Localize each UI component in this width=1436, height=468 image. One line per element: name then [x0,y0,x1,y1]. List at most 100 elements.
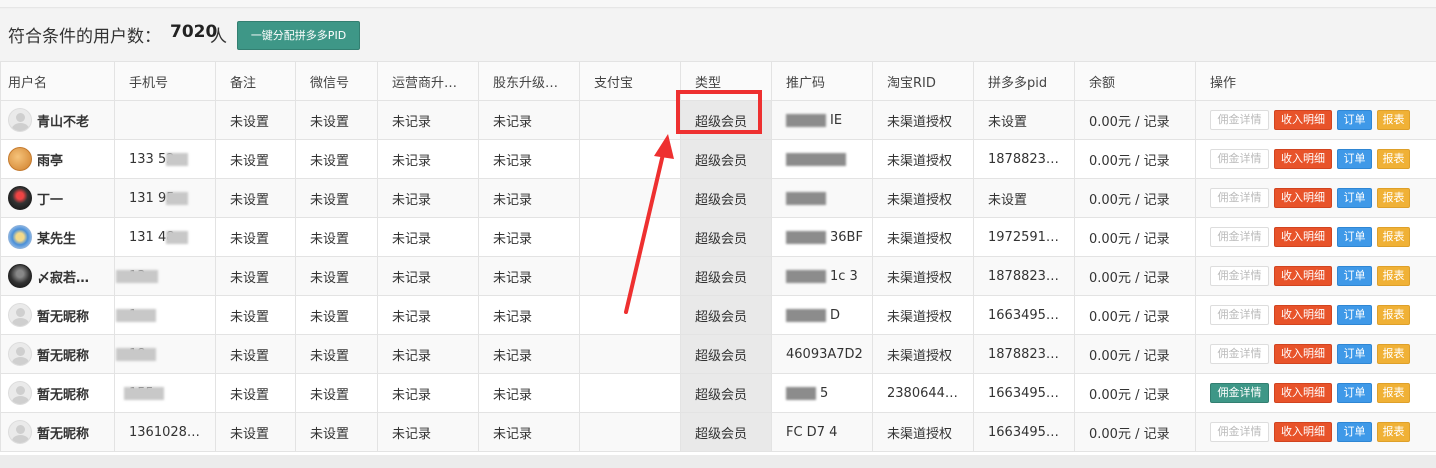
income-detail-button[interactable]: 收入明细 [1274,422,1332,442]
cell-phone: 131 48… [114,217,216,257]
report-button[interactable]: 报表 [1377,305,1410,325]
income-detail-button[interactable]: 收入明细 [1274,227,1332,247]
order-button[interactable]: 订单 [1337,188,1372,208]
cell-username: 丁一 [0,178,115,218]
commission-detail-button[interactable]: 佣金详情 [1210,188,1269,208]
order-button[interactable]: 订单 [1337,149,1372,169]
row-actions: 佣金详情 收入明细 订单 报表 [1210,266,1436,286]
income-detail-button[interactable]: 收入明细 [1274,110,1332,130]
cell-wechat: 未设置 [295,178,378,218]
table-row: 暂无昵称 1361028… 未设置 未设置 未记录 未记录 超级会员 FC D7 4 未渠道授… [0,412,1436,452]
cell-taobao-rid: 未渠道授权 [872,334,974,374]
masked-phone [115,347,156,361]
order-button[interactable]: 订单 [1337,422,1372,442]
row-actions: 佣金详情 收入明细 订单 报表 [1210,422,1436,442]
commission-detail-button[interactable]: 佣金详情 [1210,344,1269,364]
commission-detail-button[interactable]: 佣金详情 [1210,383,1269,403]
column-header-phone: 手机号 [114,61,216,101]
commission-detail-button[interactable]: 佣金详情 [1210,227,1269,247]
cell-note: 未设置 [215,334,296,374]
income-detail-button[interactable]: 收入明细 [1274,188,1332,208]
user-info[interactable]: 暂无昵称 [8,342,114,366]
commission-detail-button[interactable]: 佣金详情 [1210,110,1269,130]
cell-username: 暂无昵称 [0,373,115,413]
user-info[interactable]: 青山不老 [8,108,114,132]
note-text: 未设置 [230,192,270,208]
user-info[interactable]: 某先生 [8,225,114,249]
table-row: 雨亭 133 52… 未设置 未设置 未记录 未记录 超级会员 未渠道授权 1878823… 0… [0,139,1436,179]
cell-pdd-pid: 1878823… [973,256,1075,296]
balance-link[interactable]: 0.00元 / 记录 [1089,388,1170,403]
balance-link[interactable]: 0.00元 / 记录 [1089,271,1170,286]
masked-promo-code [786,269,826,283]
report-button[interactable]: 报表 [1377,227,1410,247]
pdd-pid-text: 未设置 [988,192,1028,208]
commission-detail-button[interactable]: 佣金详情 [1210,266,1269,286]
cell-phone: 131 95… [114,178,216,218]
order-button[interactable]: 订单 [1337,266,1372,286]
report-button[interactable]: 报表 [1377,149,1410,169]
cell-taobao-rid: 未渠道授权 [872,217,974,257]
cell-operator-upgrade: 未记录 [377,139,479,179]
balance-link[interactable]: 0.00元 / 记录 [1089,232,1170,247]
report-button[interactable]: 报表 [1377,383,1410,403]
user-info[interactable]: 雨亭 [8,147,114,171]
table-row: 丁一 131 95… 未设置 未设置 未记录 未记录 超级会员 未渠道授权 未设置 0.00元 … [0,178,1436,218]
income-detail-button[interactable]: 收入明细 [1274,266,1332,286]
operator-upgrade-text: 未记录 [392,153,432,169]
report-button[interactable]: 报表 [1377,422,1410,442]
order-button[interactable]: 订单 [1337,227,1372,247]
user-info[interactable]: 暂无昵称 [8,420,114,444]
cell-wechat: 未设置 [295,100,378,140]
user-info[interactable]: 暂无昵称 [8,381,114,405]
operator-upgrade-text: 未记录 [392,192,432,208]
cell-shareholder-upgrade: 未记录 [478,256,580,296]
column-header-operator-upgrade: 运营商升… [377,61,479,101]
row-actions: 佣金详情 收入明细 订单 报表 [1210,344,1436,364]
balance-link[interactable]: 0.00元 / 记录 [1089,310,1170,325]
commission-detail-button[interactable]: 佣金详情 [1210,149,1269,169]
user-info[interactable]: 〆寂若… [8,264,114,288]
cell-note: 未设置 [215,295,296,335]
report-button[interactable]: 报表 [1377,188,1410,208]
cell-pdd-pid: 未设置 [973,178,1075,218]
shareholder-upgrade-text: 未记录 [493,192,533,208]
user-info[interactable]: 暂无昵称 [8,303,114,327]
balance-link[interactable]: 0.00元 / 记录 [1089,193,1170,208]
income-detail-button[interactable]: 收入明细 [1274,383,1332,403]
cell-operator-upgrade: 未记录 [377,412,479,452]
user-info[interactable]: 丁一 [8,186,114,210]
cell-taobao-rid: 未渠道授权 [872,100,974,140]
shareholder-upgrade-text: 未记录 [493,387,533,403]
report-button[interactable]: 报表 [1377,110,1410,130]
cell-balance: 0.00元 / 记录 [1074,412,1196,452]
balance-link[interactable]: 0.00元 / 记录 [1089,115,1170,130]
cell-wechat: 未设置 [295,217,378,257]
income-detail-button[interactable]: 收入明细 [1274,149,1332,169]
column-header-alipay: 支付宝 [579,61,681,101]
table-body: 青山不老 未设置 未设置 未记录 未记录 超级会员 IE 未渠道授权 未设置 0.00元 / 记… [0,100,1436,452]
cell-promo-code: 46093A7D2 [771,334,873,374]
assign-pdd-pid-button[interactable]: 一键分配拼多多PID [237,21,360,50]
balance-link[interactable]: 0.00元 / 记录 [1089,154,1170,169]
masked-phone [165,230,188,244]
report-button[interactable]: 报表 [1377,266,1410,286]
order-button[interactable]: 订单 [1337,110,1372,130]
commission-detail-button[interactable]: 佣金详情 [1210,305,1269,325]
balance-link[interactable]: 0.00元 / 记录 [1089,427,1170,442]
taobao-rid-text: 未渠道授权 [887,114,953,130]
taobao-rid-text: 未渠道授权 [887,348,953,364]
income-detail-button[interactable]: 收入明细 [1274,305,1332,325]
commission-detail-button[interactable]: 佣金详情 [1210,422,1269,442]
phone-text: 1361028… [129,424,200,440]
wechat-text: 未设置 [310,309,350,325]
report-button[interactable]: 报表 [1377,344,1410,364]
order-button[interactable]: 订单 [1337,383,1372,403]
order-button[interactable]: 订单 [1337,305,1372,325]
balance-link[interactable]: 0.00元 / 记录 [1089,349,1170,364]
income-detail-button[interactable]: 收入明细 [1274,344,1332,364]
note-text: 未设置 [230,309,270,325]
taobao-rid-text: 2380644… [887,385,958,401]
order-button[interactable]: 订单 [1337,344,1372,364]
cell-note: 未设置 [215,178,296,218]
